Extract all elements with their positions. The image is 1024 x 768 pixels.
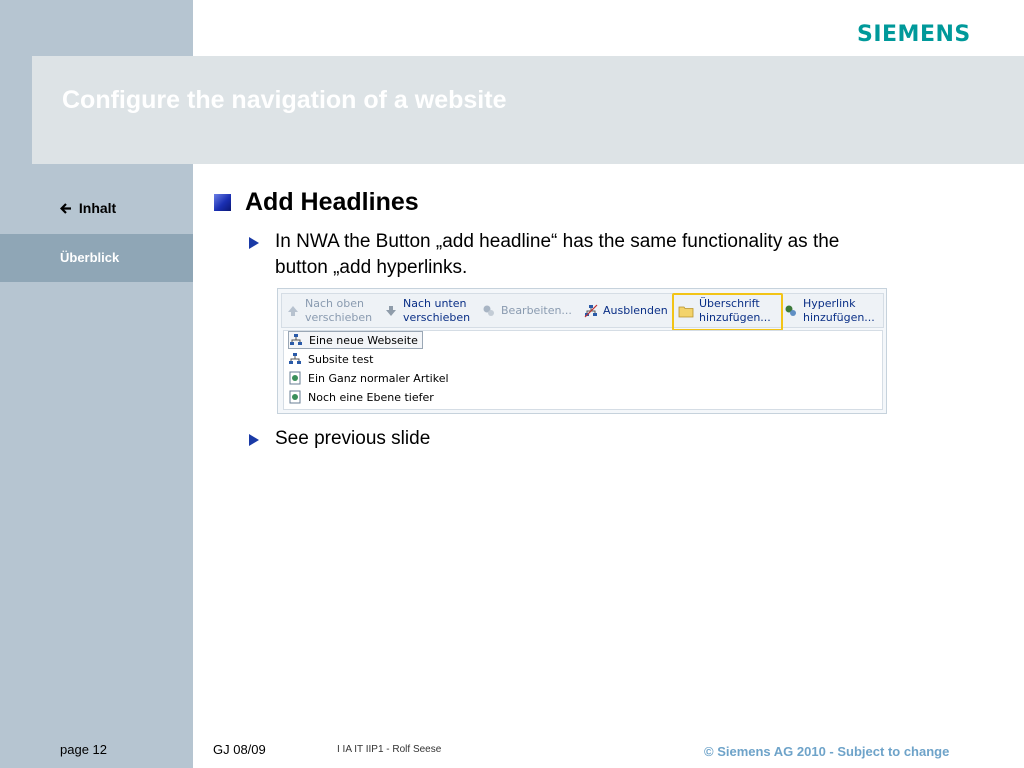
edit-icon xyxy=(483,305,494,316)
nav-current-section-label: Überblick xyxy=(60,250,120,265)
tree-item[interactable]: Noch eine Ebene tiefer xyxy=(288,388,438,406)
article-icon xyxy=(289,390,301,404)
move-down-button[interactable]: Nach unten verschieben xyxy=(384,294,470,327)
article-icon xyxy=(289,371,301,385)
square-bullet-icon xyxy=(214,194,231,211)
move-down-line1: Nach unten xyxy=(403,296,467,310)
arrow-up-icon xyxy=(288,305,298,316)
hyperlink-icon xyxy=(785,305,796,316)
edit-label: Bearbeiten... xyxy=(501,303,572,317)
footer-page-number: page 12 xyxy=(60,742,107,757)
hide-button[interactable]: Ausblenden xyxy=(584,294,668,327)
footer-department: I IA IT IIP1 - Rolf Seese xyxy=(337,744,442,755)
tree-item-label: Eine neue Webseite xyxy=(309,333,418,347)
tree-item[interactable]: Ein Ganz normaler Artikel xyxy=(288,369,453,387)
tree-item-label: Ein Ganz normaler Artikel xyxy=(308,371,449,385)
move-up-line1: Nach oben xyxy=(305,296,364,310)
siemens-logo: SIEMENS xyxy=(857,22,971,47)
slide-title: Configure the navigation of a website xyxy=(62,86,507,114)
arrow-left-icon xyxy=(59,200,76,216)
arrow-down-icon xyxy=(386,305,396,316)
tree-item-label: Noch eine Ebene tiefer xyxy=(308,390,434,404)
embedded-screenshot: Nach oben verschieben Nach unten verschieb… xyxy=(277,288,887,414)
bullet-text-2: See previous slide xyxy=(275,428,431,449)
move-down-line2: verschieben xyxy=(403,310,471,324)
navigation-toolbar: Nach oben verschieben Nach unten verschieb… xyxy=(281,293,884,328)
nav-back-link[interactable]: Inhalt xyxy=(59,200,117,216)
triangle-bullet-icon xyxy=(249,237,259,249)
tree-item[interactable]: Subsite test xyxy=(288,350,377,368)
hide-label: Ausblenden xyxy=(603,303,668,317)
edit-button[interactable]: Bearbeiten... xyxy=(482,294,572,327)
sitemap-icon xyxy=(289,353,301,364)
tree-item-label: Subsite test xyxy=(308,352,374,366)
footer-version: GJ 08/09 xyxy=(213,742,266,757)
hide-icon xyxy=(584,304,598,317)
sitemap-icon xyxy=(290,334,302,345)
tree-item[interactable]: Eine neue Webseite xyxy=(288,331,423,349)
section-headline: Add Headlines xyxy=(245,188,419,216)
site-tree: Eine neue Webseite Subsite test Ein Ganz… xyxy=(283,330,883,410)
bullet-text-1: In NWA the Button „add headline“ has the… xyxy=(275,229,839,281)
nav-current-section[interactable]: Überblick xyxy=(0,234,193,282)
nav-back-label: Inhalt xyxy=(78,200,117,216)
move-up-button[interactable]: Nach oben verschieben xyxy=(286,294,372,327)
highlight-frame xyxy=(672,293,783,331)
triangle-bullet-icon xyxy=(249,434,259,446)
add-hyperlink-button[interactable]: Hyperlink hinzufügen... xyxy=(784,294,875,327)
footer-copyright: © Siemens AG 2010 - Subject to change xyxy=(704,744,950,759)
bullet-text-1-line2: button „add hyperlinks. xyxy=(275,257,468,278)
bullet-text-1-line1: In NWA the Button „add headline“ has the… xyxy=(275,231,840,252)
add-hyperlink-line2: hinzufügen... xyxy=(803,310,875,324)
move-up-line2: verschieben xyxy=(305,310,373,324)
add-hyperlink-line1: Hyperlink xyxy=(803,296,856,310)
